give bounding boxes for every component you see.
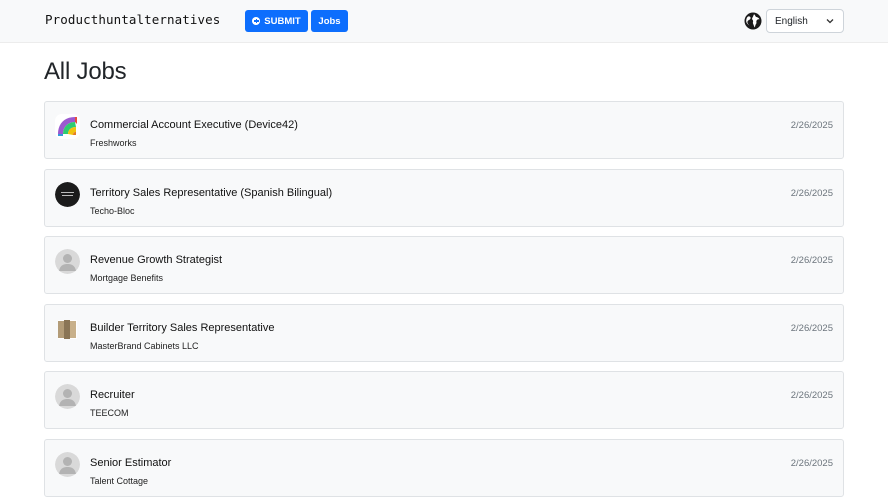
plus-circle-icon — [252, 17, 261, 25]
default-avatar-icon — [55, 451, 80, 477]
job-list: Commercial Account Executive (Device42) … — [44, 101, 844, 500]
chevron-down-icon — [826, 19, 834, 24]
job-card[interactable]: Builder Territory Sales Representative M… — [44, 303, 844, 362]
job-card[interactable]: Senior Estimator Talent Cottage 2/26/202… — [44, 438, 844, 497]
job-title[interactable]: Builder Territory Sales Representative — [90, 322, 274, 334]
job-card[interactable]: Recruiter TEECOM 2/26/2025 — [44, 371, 844, 429]
job-card[interactable]: Territory Sales Representative (Spanish … — [44, 168, 844, 227]
navbar: Producthuntalternatives SUBMIT Jobs Engl… — [0, 0, 888, 43]
job-date: 2/26/2025 — [790, 120, 833, 131]
job-company: Freshworks — [90, 138, 137, 148]
freshworks-logo-icon — [55, 114, 80, 139]
submit-button-label: SUBMIT — [264, 15, 301, 27]
brand-logo-text[interactable]: Producthuntalternatives — [45, 12, 220, 27]
job-company: Talent Cottage — [90, 475, 149, 486]
job-company: Mortgage Benefits — [90, 273, 164, 283]
jobs-button[interactable]: Jobs — [311, 10, 348, 32]
job-title[interactable]: Territory Sales Representative (Spanish … — [90, 187, 332, 199]
default-avatar-icon — [55, 384, 80, 409]
job-date: 2/26/2025 — [790, 457, 833, 469]
masterbrand-logo-icon — [55, 317, 80, 342]
techo-bloc-logo-icon — [55, 181, 80, 207]
job-title[interactable]: Revenue Growth Strategist — [90, 254, 222, 266]
job-title[interactable]: Commercial Account Executive (Device42) — [90, 119, 298, 131]
job-company: Techo-Bloc — [90, 205, 135, 216]
globe-icon — [744, 12, 762, 30]
language-select-value: English — [775, 15, 808, 27]
job-title[interactable]: Senior Estimator — [90, 457, 171, 469]
job-title[interactable]: Recruiter — [90, 389, 135, 401]
page-title: All Jobs — [44, 58, 127, 85]
job-card[interactable]: Commercial Account Executive (Device42) … — [44, 101, 844, 159]
job-company: MasterBrand Cabinets LLC — [90, 340, 199, 351]
default-avatar-icon — [55, 249, 80, 274]
job-date: 2/26/2025 — [790, 390, 833, 401]
submit-button[interactable]: SUBMIT — [245, 10, 308, 32]
job-company: TEECOM — [90, 408, 129, 418]
job-date: 2/26/2025 — [790, 322, 833, 334]
job-card[interactable]: Revenue Growth Strategist Mortgage Benef… — [44, 236, 844, 294]
language-select[interactable]: English — [766, 9, 844, 33]
jobs-button-label: Jobs — [318, 15, 341, 27]
job-date: 2/26/2025 — [790, 255, 833, 266]
job-date: 2/26/2025 — [790, 187, 833, 199]
